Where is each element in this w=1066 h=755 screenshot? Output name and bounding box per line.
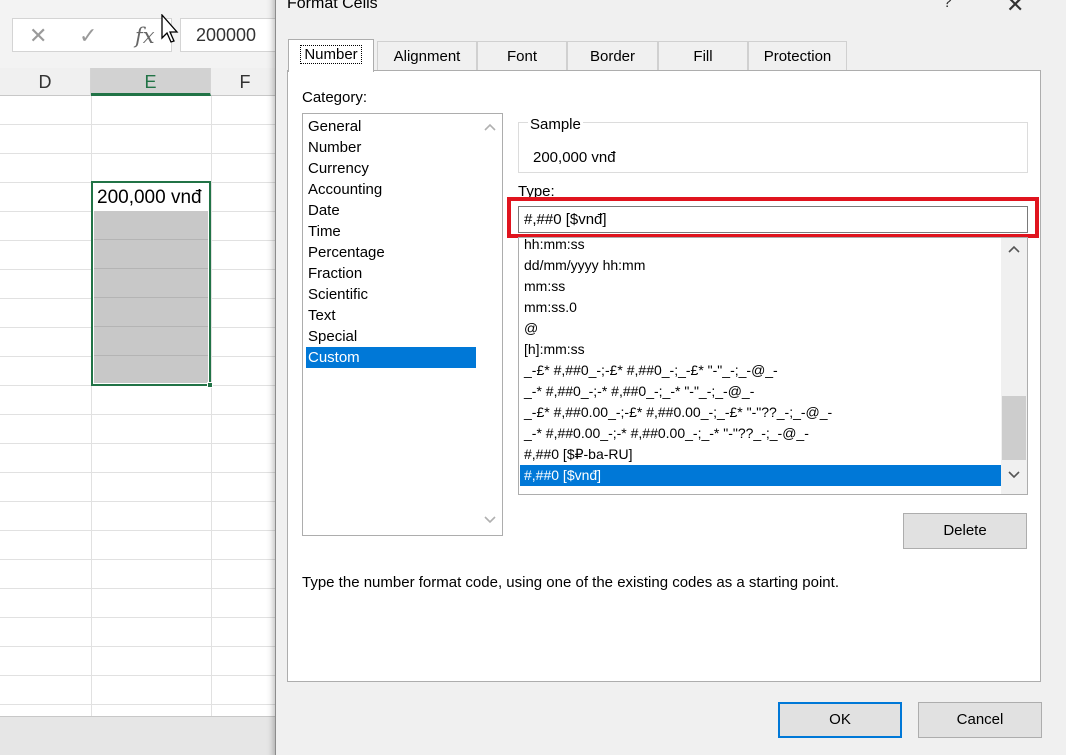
category-label: Category: — [302, 89, 368, 106]
tab-font[interactable]: Font — [477, 41, 567, 71]
sample-label: Sample — [528, 116, 583, 133]
format-code-scrollbar[interactable] — [1001, 238, 1027, 494]
chevron-up-icon[interactable] — [1008, 244, 1020, 256]
chevron-down-icon[interactable] — [484, 513, 496, 525]
format-code-item[interactable]: mm:ss.0 — [520, 297, 1002, 318]
hint-text: Type the number format code, using one o… — [302, 574, 839, 591]
format-code-item[interactable]: _-£* #,##0.00_-;-£* #,##0.00_-;_-£* "-"?… — [520, 402, 1002, 423]
tab-alignment[interactable]: Alignment — [377, 41, 477, 71]
format-code-item[interactable]: @ — [520, 318, 1002, 339]
category-text[interactable]: Text — [306, 305, 476, 326]
column-header-d[interactable]: D — [0, 68, 91, 96]
format-code-item[interactable]: dd/mm/yyyy hh:mm — [520, 255, 1002, 276]
column-headers: D E F — [0, 68, 280, 96]
category-accounting[interactable]: Accounting — [306, 179, 476, 200]
fill-handle[interactable] — [207, 382, 213, 388]
close-icon[interactable]: ✕ — [1006, 0, 1024, 16]
tab-protection[interactable]: Protection — [748, 41, 847, 71]
format-cells-dialog: Format Cells ? ✕ Number Alignment Font B… — [275, 0, 1066, 755]
formula-input[interactable]: 200000 — [180, 18, 280, 52]
format-code-list[interactable]: hh:mm:ss dd/mm/yyyy hh:mm mm:ss mm:ss.0 … — [518, 237, 1028, 495]
category-scrollbar[interactable] — [478, 114, 502, 535]
category-fraction[interactable]: Fraction — [306, 263, 476, 284]
dialog-title: Format Cells — [287, 0, 378, 12]
delete-button[interactable]: Delete — [903, 513, 1027, 549]
format-code-item[interactable]: #,##0 [$₽-ba-RU] — [520, 444, 1002, 465]
help-button[interactable]: ? — [943, 0, 952, 12]
category-scientific[interactable]: Scientific — [306, 284, 476, 305]
type-label: Type: — [518, 183, 555, 200]
category-special[interactable]: Special — [306, 326, 476, 347]
selected-cells-highlight — [94, 211, 208, 383]
format-code-item[interactable]: mm:ss — [520, 276, 1002, 297]
category-currency[interactable]: Currency — [306, 158, 476, 179]
category-percentage[interactable]: Percentage — [306, 242, 476, 263]
check-icon[interactable]: ✓ — [79, 25, 97, 47]
tab-number[interactable]: Number — [288, 39, 374, 72]
format-code-item[interactable]: hh:mm:ss — [520, 238, 1002, 255]
sample-value: 200,000 vnđ — [533, 149, 616, 166]
mouse-pointer-icon — [161, 14, 179, 43]
format-code-item-selected[interactable]: #,##0 [$vnđ] — [520, 465, 1002, 486]
ok-button[interactable]: OK — [778, 702, 902, 738]
selected-cell-range[interactable]: 200,000 vnđ — [91, 181, 213, 388]
category-time[interactable]: Time — [306, 221, 476, 242]
formula-bar-buttons: ✕ ✓ fx — [12, 18, 172, 52]
chevron-up-icon[interactable] — [484, 122, 496, 134]
number-tab-panel: Category: General Number Currency Accoun… — [287, 70, 1041, 682]
cancel-icon[interactable]: ✕ — [29, 25, 47, 47]
scrollbar-thumb[interactable] — [1002, 396, 1026, 460]
tab-fill[interactable]: Fill — [658, 41, 748, 71]
format-code-item[interactable]: _-£* #,##0_-;-£* #,##0_-;_-£* "-"_-;_-@_… — [520, 360, 1002, 381]
type-input[interactable]: #,##0 [$vnđ] — [518, 206, 1028, 233]
category-number[interactable]: Number — [306, 137, 476, 158]
active-cell-value: 200,000 vnđ — [97, 187, 202, 208]
insert-function-icon[interactable]: fx — [135, 25, 155, 47]
category-general[interactable]: General — [306, 116, 476, 137]
chevron-down-icon[interactable] — [1008, 468, 1020, 480]
category-date[interactable]: Date — [306, 200, 476, 221]
cancel-button[interactable]: Cancel — [918, 702, 1042, 738]
format-code-item[interactable]: [h]:mm:ss — [520, 339, 1002, 360]
format-code-item[interactable]: _-* #,##0.00_-;-* #,##0.00_-;_-* "-"??_-… — [520, 423, 1002, 444]
category-list[interactable]: General Number Currency Accounting Date … — [302, 113, 503, 536]
column-header-e[interactable]: E — [91, 68, 211, 96]
sheet-status-area — [0, 716, 280, 755]
tab-border[interactable]: Border — [567, 41, 658, 71]
category-custom[interactable]: Custom — [306, 347, 476, 368]
column-header-f[interactable]: F — [211, 68, 280, 96]
format-code-item[interactable]: _-* #,##0_-;-* #,##0_-;_-* "-"_-;_-@_- — [520, 381, 1002, 402]
